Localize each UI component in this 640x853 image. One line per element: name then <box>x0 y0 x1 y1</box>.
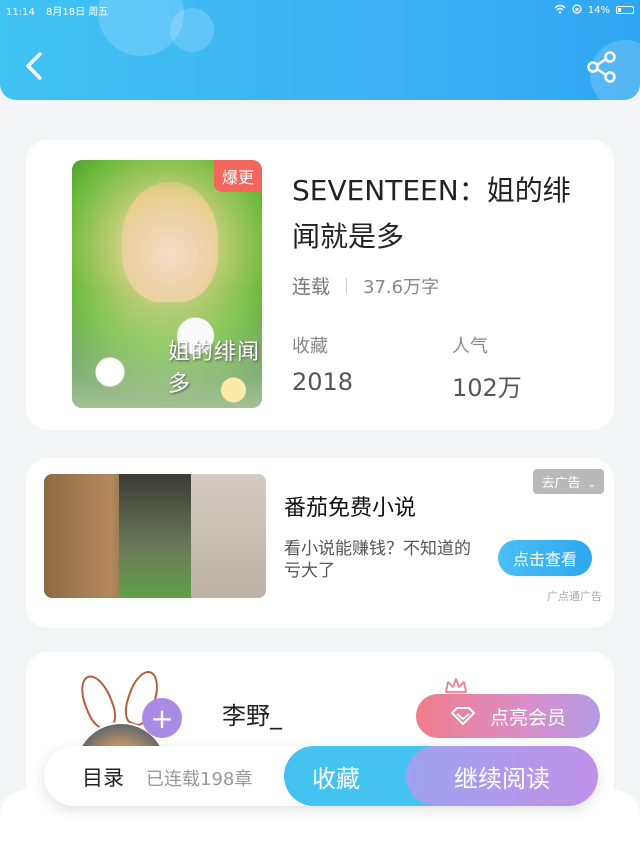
cover-title-art: 姐的绯闻多 <box>168 340 261 397</box>
stat-value: 2018 <box>292 368 354 396</box>
share-icon <box>587 51 616 83</box>
serial-status: 连载 <box>292 276 331 298</box>
stat-popularity: 人气 102万 <box>452 332 522 403</box>
chevron-left-icon <box>26 52 42 80</box>
book-cover[interactable]: 姐的绯闻多 爆更 <box>72 160 262 408</box>
ad-description: 看小说能赚钱？不知道的亏大了 <box>284 539 471 581</box>
battery-percent: 14% <box>587 4 610 16</box>
remove-ad-label: 去广告 <box>541 476 581 491</box>
status-bar: 11:14 8月18日 周五 14% <box>6 3 634 18</box>
stat-favorites: 收藏 2018 <box>292 332 353 396</box>
table-of-contents-button[interactable]: 目录 <box>82 762 124 792</box>
ad-card[interactable]: 番茄免费小说 看小说能赚钱？不知道的亏大了 去广告 ⌄ 点击查看 广点通广告 <box>26 458 614 628</box>
book-meta: 连载 37.6万字 <box>292 272 439 299</box>
bottom-action-bar: 目录 已连载198章 收藏 继续阅读 <box>44 746 598 806</box>
stat-label: 收藏 <box>292 336 328 357</box>
status-date: 8月18日 周五 <box>46 6 109 18</box>
remove-ad-button[interactable]: 去广告 ⌄ <box>533 469 604 494</box>
continue-reading-button[interactable]: 继续阅读 <box>406 746 598 806</box>
top-header: 11:14 8月18日 周五 14% <box>0 0 640 100</box>
author-name[interactable]: 李野_ <box>222 696 282 731</box>
ad-source: 广点通广告 <box>547 590 602 603</box>
chapter-count[interactable]: 已连载198章 <box>146 765 252 791</box>
hot-update-badge: 爆更 <box>213 160 262 192</box>
vip-label: 点亮会员 <box>489 706 566 729</box>
cover-portrait <box>122 182 218 302</box>
status-time: 11:14 <box>6 6 35 18</box>
favorite-label: 收藏 <box>312 764 360 793</box>
ad-thumbnail[interactable] <box>44 474 266 598</box>
battery-icon <box>616 6 634 14</box>
lock-rotation-icon <box>572 3 582 17</box>
meta-divider <box>346 277 348 294</box>
ad-thumb-strip <box>119 474 191 598</box>
book-title: SEVENTEEN：姐的绯闻就是多 <box>292 174 571 253</box>
ad-thumb-strip <box>191 474 266 598</box>
ad-view-button[interactable]: 点击查看 <box>498 540 592 576</box>
word-count: 37.6万字 <box>363 276 440 298</box>
crown-icon <box>445 678 467 693</box>
stat-label: 人气 <box>452 336 488 357</box>
wifi-icon <box>554 4 566 17</box>
share-button[interactable] <box>586 50 618 84</box>
follow-button[interactable]: + <box>142 698 182 738</box>
chevron-down-icon: ⌄ <box>587 479 596 490</box>
stat-value: 102万 <box>452 374 522 402</box>
activate-vip-button[interactable]: 点亮会员 <box>416 694 600 738</box>
ad-title: 番茄免费小说 <box>284 496 417 521</box>
continue-reading-label: 继续阅读 <box>454 764 550 793</box>
diamond-icon <box>450 707 475 725</box>
plus-icon: + <box>150 701 174 735</box>
back-button[interactable] <box>18 46 52 86</box>
book-info-card: 姐的绯闻多 爆更 SEVENTEEN：姐的绯闻就是多 连载 37.6万字 收藏 … <box>26 140 614 430</box>
